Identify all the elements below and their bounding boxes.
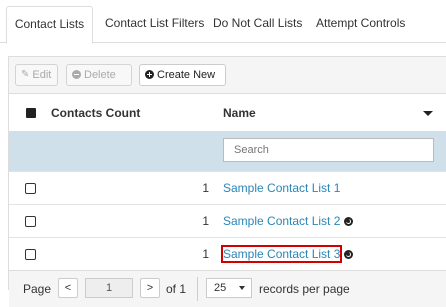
next-page-button[interactable]: > [140, 278, 160, 298]
column-header-name[interactable]: Name [223, 94, 256, 132]
page-size-select[interactable]: 25 [206, 278, 252, 298]
page-size-value: 25 [214, 282, 227, 294]
edit-icon: ✎ [21, 69, 30, 81]
table-row[interactable]: 1 Sample Contact List 2 [9, 204, 446, 237]
table-header: Contacts Count Name [9, 93, 446, 132]
tab-bar: Contact Lists Contact List Filters Do No… [0, 0, 446, 44]
row-checkbox[interactable] [25, 249, 36, 260]
delete-button[interactable]: Delete [66, 64, 132, 86]
minus-circle-icon [72, 69, 81, 79]
contact-list-name: Sample Contact List 1 [223, 181, 341, 195]
column-header-contacts-count[interactable]: Contacts Count [51, 94, 140, 132]
table-row[interactable]: 1 Sample Contact List 3 [9, 237, 446, 270]
pager-divider [197, 277, 198, 301]
chevron-down-icon [239, 286, 245, 290]
create-new-label: Create New [157, 69, 216, 81]
edit-button[interactable]: ✎ Edit [15, 64, 58, 86]
globe-icon [344, 217, 354, 227]
select-all-checkbox[interactable] [26, 108, 36, 118]
filter-row [9, 131, 446, 171]
tab-do-not-call-lists[interactable]: Do Not Call Lists [213, 6, 302, 42]
contacts-count-cell: 1 [202, 214, 209, 228]
toolbar: ✎ Edit Delete Create New [9, 57, 446, 93]
sort-desc-icon[interactable] [423, 111, 433, 116]
edit-label: Edit [32, 69, 52, 81]
delete-label: Delete [84, 69, 116, 81]
current-page-input[interactable]: 1 [85, 278, 133, 298]
row-checkbox[interactable] [25, 183, 36, 194]
contact-list-name-link[interactable]: Sample Contact List 2 [223, 205, 354, 237]
contact-list-name: Sample Contact List 2 [223, 214, 341, 228]
contact-list-name-link[interactable]: Sample Contact List 1 [223, 172, 340, 204]
tab-contact-list-filters[interactable]: Contact List Filters [105, 6, 204, 42]
name-search-input[interactable] [223, 138, 434, 162]
contacts-count-cell: 1 [202, 181, 209, 195]
globe-icon [344, 250, 354, 260]
tab-attempt-controls[interactable]: Attempt Controls [316, 6, 405, 42]
pagination-bar: Page < 1 > of 1 25 records per page [9, 270, 446, 307]
plus-circle-icon [145, 69, 154, 79]
tab-contact-lists[interactable]: Contact Lists [6, 6, 93, 44]
contacts-count-cell: 1 [202, 247, 209, 261]
total-pages-label: of 1 [166, 282, 187, 296]
table-row[interactable]: 1 Sample Contact List 1 [9, 171, 446, 204]
contact-list-name-highlighted: Sample Contact List 3 [220, 245, 343, 263]
create-new-button[interactable]: Create New [139, 64, 226, 86]
contact-lists-panel: ✎ Edit Delete Create New Contacts Count N… [8, 56, 446, 307]
contact-list-name-link[interactable]: Sample Contact List 3 [220, 238, 354, 270]
row-checkbox[interactable] [25, 216, 36, 227]
records-per-page-label: records per page [259, 282, 350, 296]
page-label: Page [23, 282, 52, 296]
previous-page-button[interactable]: < [58, 278, 78, 298]
